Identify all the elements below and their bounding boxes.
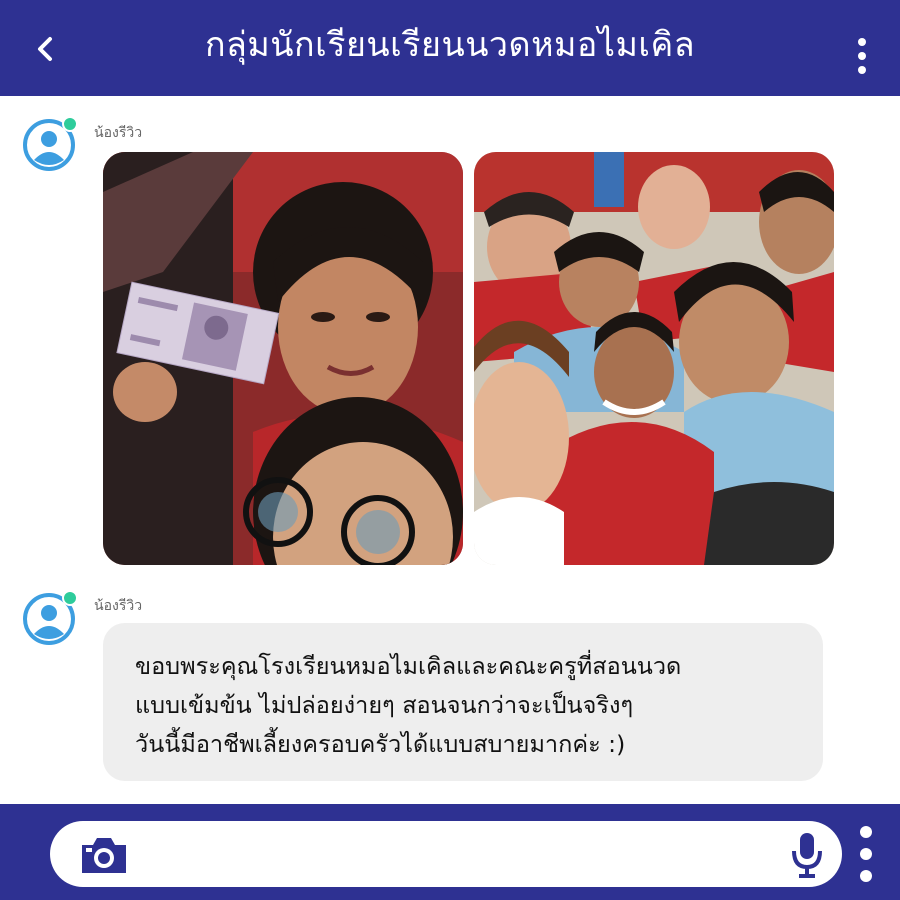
message-bubble: ขอบพระคุณโรงเรียนหมอไมเคิลและคณะครูที่สอ… [103,623,823,781]
camera-icon[interactable] [78,833,130,877]
message-line: ขอบพระคุณโรงเรียนหมอไมเคิลและคณะครูที่สอ… [135,652,682,680]
message-text: ขอบพระคุณโรงเรียนหมอไมเคิลและคณะครูที่สอ… [135,647,803,764]
chevron-left-icon[interactable] [30,34,60,64]
app-header: กลุ่มนักเรียนเรียนนวดหมอไมเคิล [0,0,900,96]
online-status-dot [62,590,78,606]
more-vertical-icon[interactable] [858,826,874,882]
composer-bar [0,804,900,900]
chat-title: กลุ่มนักเรียนเรียนนวดหมอไมเคิล [204,25,696,65]
user-avatar-icon[interactable] [22,590,78,646]
message-input[interactable] [50,821,842,887]
user-avatar-icon[interactable] [22,116,78,172]
sender-name: น้องรีวิว [94,125,143,141]
message-line: วันนี้มีอาชีพเลี้ยงครอบครัวได้แบบสบายมาก… [135,730,626,758]
more-vertical-icon[interactable] [856,38,868,74]
online-status-dot [62,116,78,132]
microphone-icon[interactable] [790,831,824,879]
sender-name: น้องรีวิว [94,598,143,614]
photo-selfie-banknote[interactable] [103,152,463,565]
message-line: แบบเข้มข้น ไม่ปล่อยง่ายๆ สอนจนกว่าจะเป็น… [135,691,634,719]
photo-group-selfie[interactable] [474,152,834,565]
